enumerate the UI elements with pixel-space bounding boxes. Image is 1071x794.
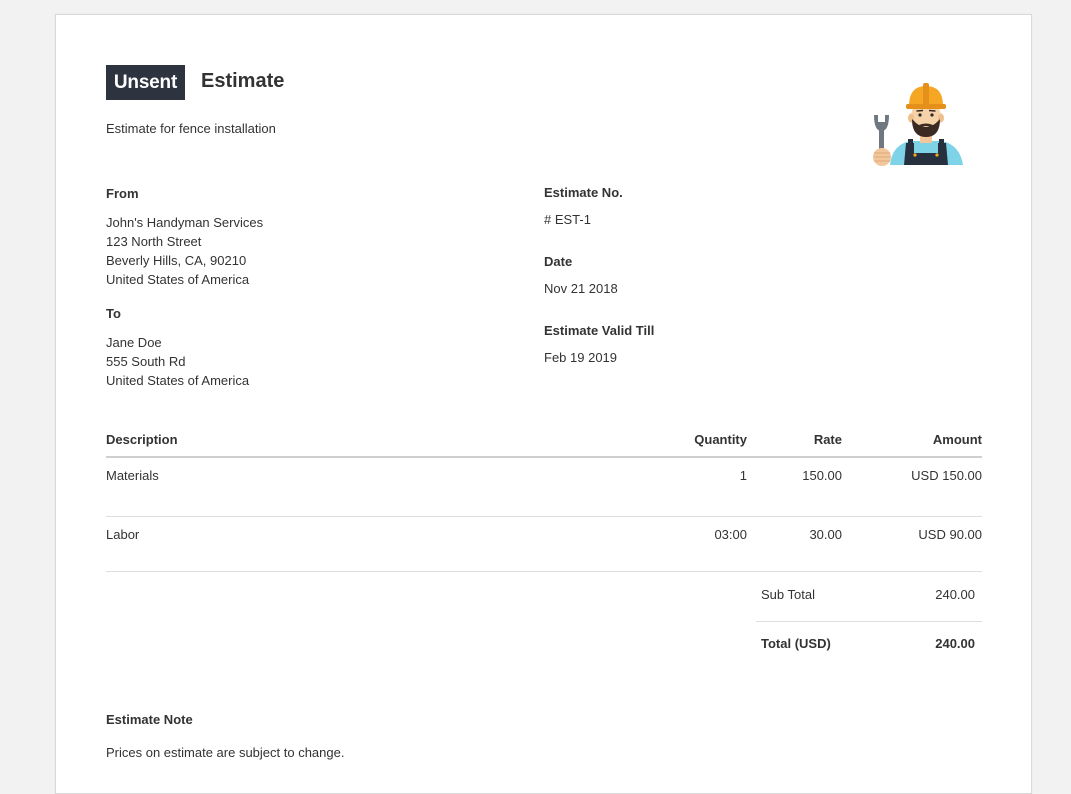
row-divider <box>106 516 982 517</box>
estimate-number-label: Estimate No. <box>544 185 623 200</box>
total-label: Total (USD) <box>761 636 831 651</box>
to-address: Jane Doe 555 South Rd United States of A… <box>106 333 249 390</box>
page-title: Estimate <box>201 70 285 92</box>
date-label: Date <box>544 254 573 269</box>
handyman-with-wrench-icon <box>868 73 968 177</box>
to-line: Jane Doe <box>106 335 162 350</box>
subtotal-value: 240.00 <box>935 587 975 602</box>
from-line: 123 North Street <box>106 234 202 249</box>
from-line: John's Handyman Services <box>106 215 264 230</box>
row-rate: 30.00 <box>809 527 842 542</box>
status-badge: Unsent <box>106 65 185 100</box>
from-label: From <box>106 186 139 201</box>
estimate-note-text: Prices on estimate are subject to change… <box>106 745 345 760</box>
from-line: Beverly Hills, CA, 90210 <box>106 253 247 268</box>
row-rate: 150.00 <box>802 468 842 483</box>
valid-till-label: Estimate Valid Till <box>544 323 655 338</box>
row-quantity: 1 <box>739 468 747 483</box>
row-divider <box>106 571 982 572</box>
to-label: To <box>106 306 121 321</box>
estimate-document: Unsent Estimate Estimate for fence insta… <box>55 14 1032 794</box>
to-line: 555 South Rd <box>106 354 186 369</box>
row-amount: USD 150.00 <box>911 468 982 483</box>
subtotal-label: Sub Total <box>761 587 815 602</box>
estimate-note-label: Estimate Note <box>106 712 193 727</box>
column-header-rate: Rate <box>813 432 842 447</box>
column-header-amount: Amount <box>932 432 982 447</box>
estimate-subtitle: Estimate for fence installation <box>106 121 276 136</box>
estimate-date: Nov 21 2018 <box>544 281 618 296</box>
row-description: Materials <box>106 468 159 483</box>
column-header-description: Description <box>106 432 178 447</box>
to-line: United States of America <box>106 373 250 388</box>
valid-till-date: Feb 19 2019 <box>544 350 618 365</box>
totals-divider <box>756 621 982 622</box>
from-address: John's Handyman Services 123 North Stree… <box>106 213 263 289</box>
total-value: 240.00 <box>935 636 975 651</box>
row-amount: USD 90.00 <box>918 527 982 542</box>
row-quantity: 03:00 <box>714 527 747 542</box>
row-description: Labor <box>106 527 140 542</box>
from-line: United States of America <box>106 272 250 287</box>
estimate-number: # EST-1 <box>544 212 591 227</box>
table-header-divider <box>106 456 982 458</box>
column-header-quantity: Quantity <box>694 432 747 447</box>
